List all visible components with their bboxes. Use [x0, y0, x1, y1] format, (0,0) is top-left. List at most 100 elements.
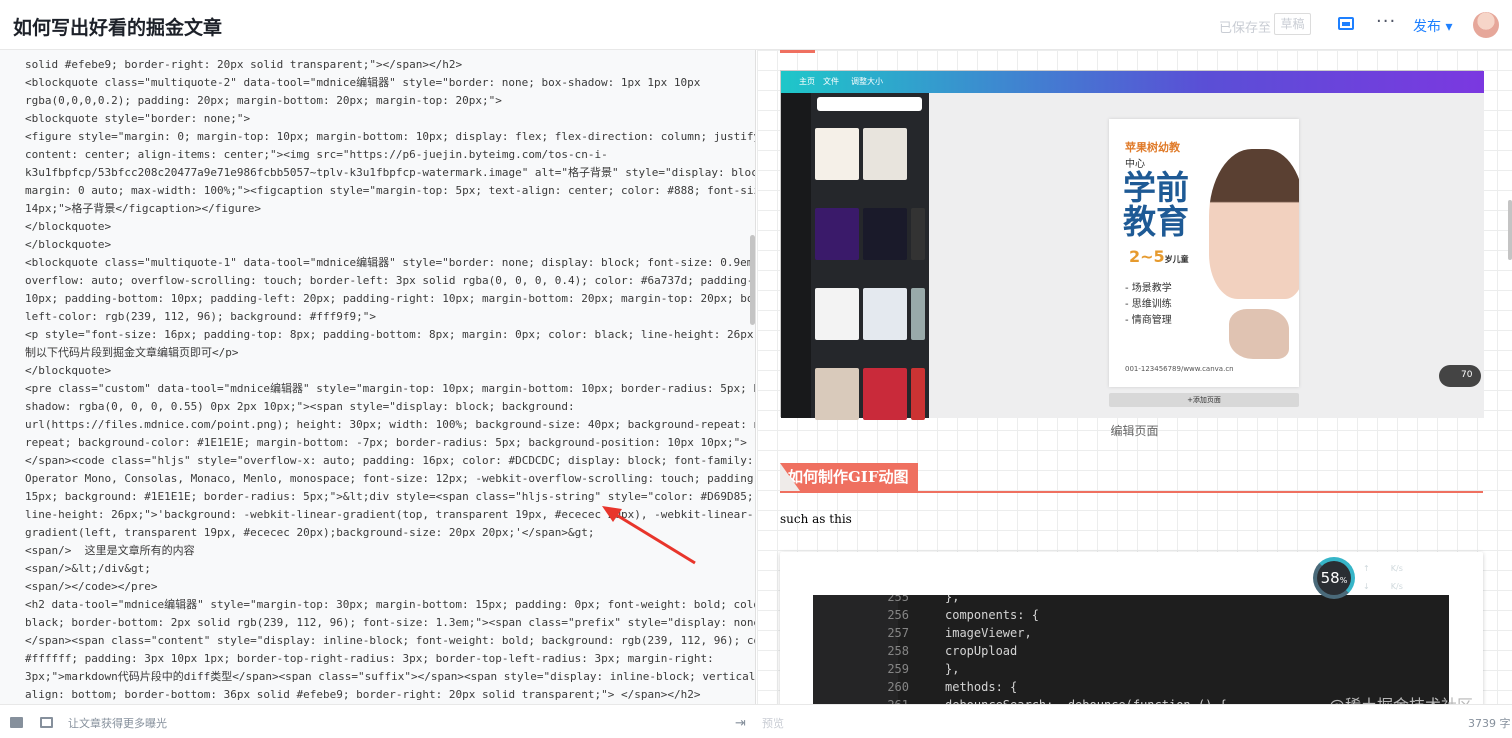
- net-down-unit: K/s: [1390, 582, 1403, 591]
- net-down-value: 6.9: [1372, 582, 1389, 592]
- heading-label: 如何制作GIF动图: [780, 463, 919, 491]
- editor-line[interactable]: 10px; padding-bottom: 10px; padding-left…: [25, 290, 755, 308]
- editor-line[interactable]: k3u1fbpfcp/53bfcc208c20477a9e71e986fcbb5…: [25, 164, 755, 182]
- canva-sidebar: [781, 93, 811, 418]
- poster-age: 2~5岁儿童: [1129, 247, 1189, 266]
- more-dots-icon[interactable]: ···: [1376, 11, 1396, 32]
- editor-line[interactable]: <blockquote style="border: none;">: [25, 110, 730, 128]
- editor-line[interactable]: <blockquote class="multiquote-1" data-to…: [25, 254, 755, 272]
- gauge-unit: %: [1339, 576, 1348, 585]
- heading-underline-fragment: [780, 50, 815, 53]
- net-down: ↓ 6.9 K/s: [1363, 582, 1403, 592]
- preview-label: 预览: [762, 717, 784, 730]
- poster-item: - 场景教学: [1125, 283, 1172, 294]
- code-line-number: 260: [887, 680, 909, 694]
- editor-line[interactable]: url(https://files.mdnice.com/point.png);…: [25, 416, 755, 434]
- template-thumb: [815, 128, 859, 180]
- figure-caption: 编辑页面: [1110, 424, 1159, 438]
- poster-age-unit: 岁儿童: [1164, 255, 1189, 264]
- poster-design: 苹果树幼教 中心 学前 教育 2~5岁儿童 - 场景教学 - 思维训练 - 情商…: [1109, 119, 1299, 387]
- canva-zoom-badge: 70: [1439, 365, 1481, 387]
- editor-line[interactable]: </blockquote>: [25, 362, 730, 380]
- template-thumb: [815, 208, 859, 260]
- poster-title-2: 教育: [1123, 202, 1189, 241]
- preview-scrollbar[interactable]: [1508, 200, 1512, 260]
- red-arrow-annotation: [602, 506, 696, 565]
- editor-line[interactable]: repeat; background-color: #1E1E1E; margi…: [25, 434, 747, 452]
- paragraph: such as this: [780, 512, 852, 526]
- collapse-icon[interactable]: ⇥: [735, 716, 746, 731]
- template-thumb: [911, 208, 925, 260]
- canva-toolbar: 主页 文件 调整大小: [781, 71, 1484, 93]
- editor-line[interactable]: <p style="font-size: 16px; padding-top: …: [25, 326, 755, 344]
- editor-line[interactable]: overflow: auto; overflow-scrolling: touc…: [25, 272, 755, 290]
- editor-line[interactable]: 15px; background: #1E1E1E; border-radius…: [25, 488, 753, 506]
- article-title[interactable]: 如何写出好看的掘金文章: [13, 13, 222, 40]
- preview-pane[interactable]: 主页 文件 调整大小 苹果树幼教 中心 学前 教育 2~5岁儿童 - 场景教学 …: [757, 50, 1512, 704]
- template-thumb: [911, 288, 925, 340]
- code-line: cropUpload: [945, 644, 1018, 658]
- poster-contact: 001-123456789/www.canva.cn: [1125, 365, 1234, 373]
- editor-line[interactable]: <figure style="margin: 0; margin-top: 10…: [25, 128, 755, 146]
- editor-line[interactable]: rgba(0,0,0,0.2); padding: 20px; margin-b…: [25, 92, 730, 110]
- editor-line[interactable]: solid #efebe9; border-right: 20px solid …: [25, 56, 730, 74]
- editor-line[interactable]: <span/></code></pre>: [25, 578, 730, 596]
- saved-status: 已保存至: [1219, 21, 1272, 36]
- code-line: },: [945, 595, 960, 604]
- network-gauge: 58%: [1313, 557, 1355, 599]
- editor-line[interactable]: 制以下代码片段到掘金文章编辑页即可</p>: [25, 344, 730, 362]
- editor-line[interactable]: <h2 data-tool="mdnice编辑器" style="margin-…: [25, 596, 755, 614]
- avatar[interactable]: [1473, 12, 1499, 38]
- draft-button[interactable]: 草稿: [1274, 13, 1311, 35]
- image-upload-icon[interactable]: [40, 717, 53, 728]
- template-thumb: [815, 288, 859, 340]
- editor-line[interactable]: </blockquote>: [25, 236, 730, 254]
- editor-line[interactable]: </span><code class="hljs" style="overflo…: [25, 452, 753, 470]
- template-thumb: [911, 368, 925, 420]
- editor-line[interactable]: shadow: rgba(0, 0, 0, 0.55) 0px 2px 10px…: [25, 398, 730, 416]
- editor-line[interactable]: #ffffff; padding: 3px 10px 1px; border-t…: [25, 650, 730, 668]
- code-line-number: 258: [887, 644, 909, 658]
- template-thumb: [863, 128, 907, 180]
- watermark: @稀土掘金技术社区: [1329, 692, 1473, 704]
- editor-line[interactable]: <pre class="custom" data-tool="mdnice编辑器…: [25, 380, 755, 398]
- code-line: methods: {: [945, 680, 1018, 694]
- image-icon[interactable]: [1338, 17, 1354, 30]
- top-header: 如何写出好看的掘金文章 已保存至 草稿 ··· 发布 ▾: [0, 0, 1512, 50]
- editor-line[interactable]: left-color: rgb(239, 112, 96); backgroun…: [25, 308, 730, 326]
- editor-footer: 让文章获得更多曝光 ⇥ 预览 3739 字: [0, 704, 1512, 738]
- code-line-number: 257: [887, 626, 909, 640]
- editor-line[interactable]: 3px;">markdown代码片段中的diff类型</span><span c…: [25, 668, 755, 686]
- editor-line[interactable]: black; border-bottom: 2px solid rgb(239,…: [25, 614, 755, 632]
- word-count: 3739 字: [1468, 717, 1511, 730]
- child-photo: [1209, 149, 1299, 299]
- editor-line[interactable]: align: bottom; border-bottom: 36px solid…: [25, 686, 730, 704]
- code-line: components: {: [945, 608, 1039, 622]
- net-up-unit: K/s: [1390, 564, 1403, 573]
- publish-button[interactable]: 发布 ▾: [1413, 16, 1452, 36]
- canva-canvas-area: 苹果树幼教 中心 学前 教育 2~5岁儿童 - 场景教学 - 思维训练 - 情商…: [929, 93, 1484, 418]
- poster-title-1: 学前: [1123, 168, 1189, 207]
- editor-line[interactable]: </blockquote>: [25, 218, 730, 236]
- editor-line[interactable]: margin: 0 auto; max-width: 100%;"><figca…: [25, 182, 755, 200]
- exposure-tip-link[interactable]: 让文章获得更多曝光: [68, 715, 167, 731]
- editor-scrollbar[interactable]: [750, 235, 755, 325]
- markdown-icon[interactable]: [10, 717, 23, 728]
- markdown-editor[interactable]: solid #efebe9; border-right: 20px solid …: [0, 50, 756, 704]
- canva-zoom-value: 70: [1461, 370, 1473, 380]
- code-line-number: 255: [887, 595, 909, 604]
- editor-line[interactable]: Operator Mono, Consolas, Monaco, Menlo, …: [25, 470, 755, 488]
- editor-line[interactable]: </span><span class="content" style="disp…: [25, 632, 755, 650]
- template-thumb: [815, 368, 859, 420]
- poster-item: - 情商管理: [1125, 315, 1172, 326]
- editor-line[interactable]: content: center; align-items: center;"><…: [25, 146, 730, 164]
- canva-add-page: +添加页面: [1109, 393, 1299, 407]
- code-line: },: [945, 662, 960, 676]
- code-card: 255}, 256 components: {257 imageViewer, 258…: [780, 552, 1483, 704]
- template-thumb: [863, 208, 907, 260]
- section-heading: 如何制作GIF动图: [780, 463, 1483, 493]
- poster-item: - 思维训练: [1125, 299, 1172, 310]
- editor-line[interactable]: <blockquote class="multiquote-2" data-to…: [25, 74, 730, 92]
- editor-code[interactable]: solid #efebe9; border-right: 20px solid …: [25, 56, 755, 704]
- editor-line[interactable]: 14px;">格子背景</figcaption></figure>: [25, 200, 730, 218]
